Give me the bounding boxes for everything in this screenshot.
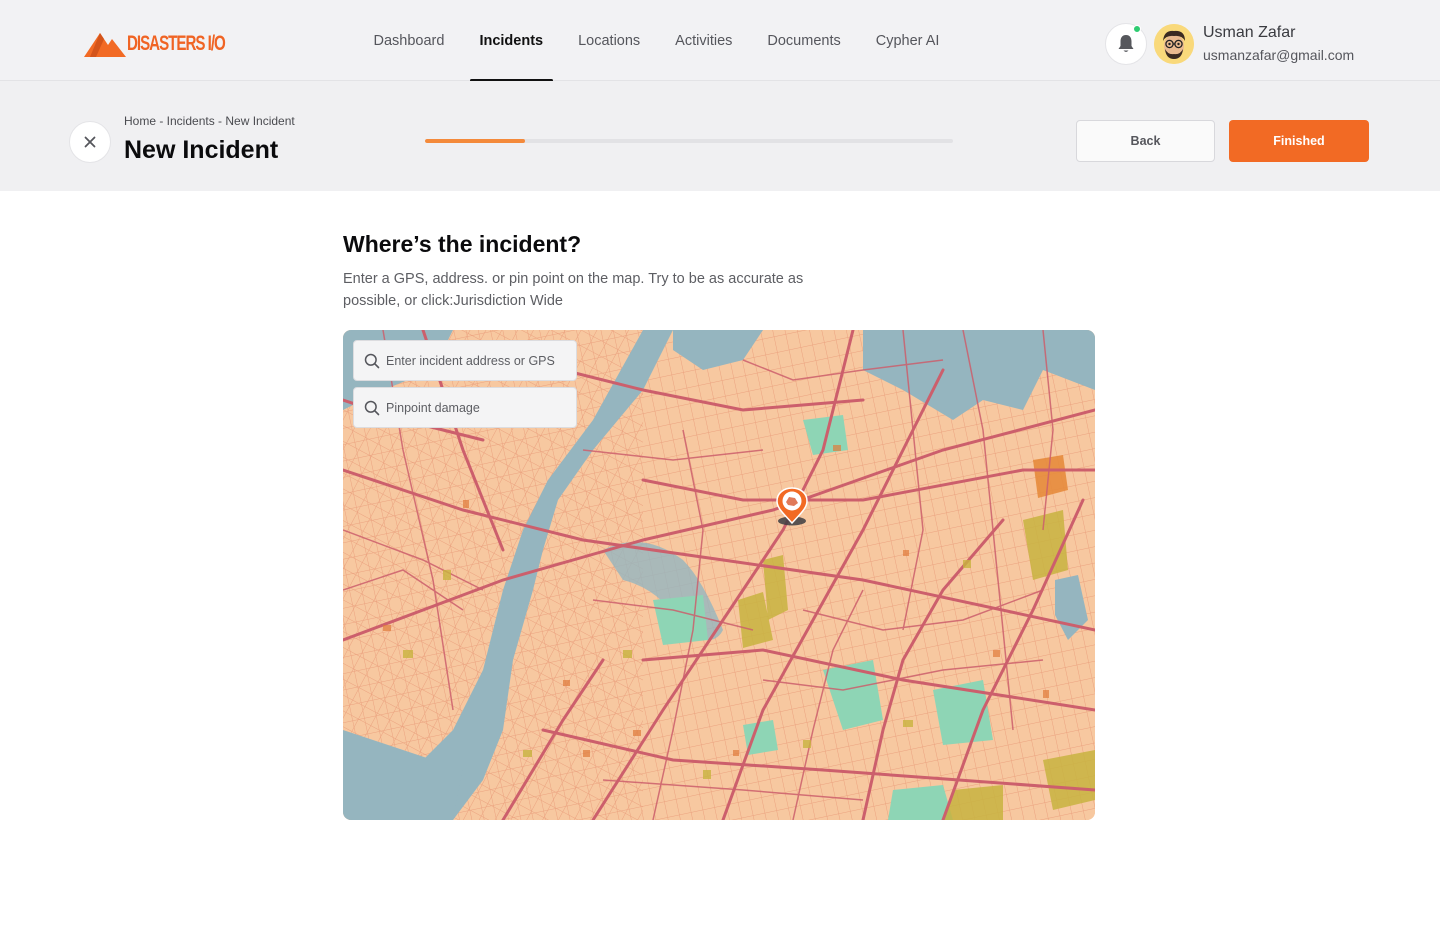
mountain-logo-icon xyxy=(84,33,126,57)
main-nav: Dashboard Incidents Locations Activities… xyxy=(356,0,957,82)
back-button[interactable]: Back xyxy=(1076,120,1215,162)
address-search-placeholder: Enter incident address or GPS xyxy=(386,353,555,368)
close-icon xyxy=(84,136,96,148)
search-icon xyxy=(364,353,380,368)
step-title: Where’s the incident? xyxy=(343,231,582,257)
page-title: New Incident xyxy=(124,136,279,164)
user-name: Usman Zafar xyxy=(1203,24,1296,41)
wizard-progress-bar xyxy=(425,139,953,143)
nav-locations[interactable]: Locations xyxy=(561,0,658,81)
notification-indicator xyxy=(1133,25,1141,33)
nav-incidents[interactable]: Incidents xyxy=(462,0,561,82)
brand-logo[interactable]: DISASTERS I/O xyxy=(84,30,226,58)
nav-cypher-ai[interactable]: Cypher AI xyxy=(858,0,957,81)
incident-wizard-header: Home - Incidents - New Incident New Inci… xyxy=(0,81,1440,191)
wizard-progress-fill xyxy=(425,139,526,143)
pinpoint-damage-placeholder: Pinpoint damage xyxy=(386,400,480,415)
close-button[interactable] xyxy=(69,121,111,163)
top-navigation: DISASTERS I/O Dashboard Incidents Locati… xyxy=(0,0,1440,82)
map-pin-icon[interactable] xyxy=(775,487,809,527)
search-icon xyxy=(364,400,380,415)
nav-documents[interactable]: Documents xyxy=(750,0,858,81)
user-email: usmanzafar@gmail.com xyxy=(1203,47,1355,63)
incident-map[interactable]: Enter incident address or GPS Pinpoint d… xyxy=(343,330,1095,820)
finished-button[interactable]: Finished xyxy=(1229,120,1369,162)
bell-icon xyxy=(1118,35,1134,52)
breadcrumb: Home - Incidents - New Incident xyxy=(124,114,295,128)
nav-dashboard[interactable]: Dashboard xyxy=(356,0,462,81)
avatar[interactable] xyxy=(1154,24,1194,64)
address-search-input[interactable]: Enter incident address or GPS xyxy=(353,340,577,381)
nav-activities[interactable]: Activities xyxy=(658,0,750,81)
brand-name: DISASTERS I/O xyxy=(127,32,226,55)
user-avatar-icon xyxy=(1154,24,1194,64)
step-description: Enter a GPS, address. or pin point on th… xyxy=(343,271,804,309)
notifications-button[interactable] xyxy=(1105,23,1147,65)
pinpoint-damage-input[interactable]: Pinpoint damage xyxy=(353,387,577,428)
